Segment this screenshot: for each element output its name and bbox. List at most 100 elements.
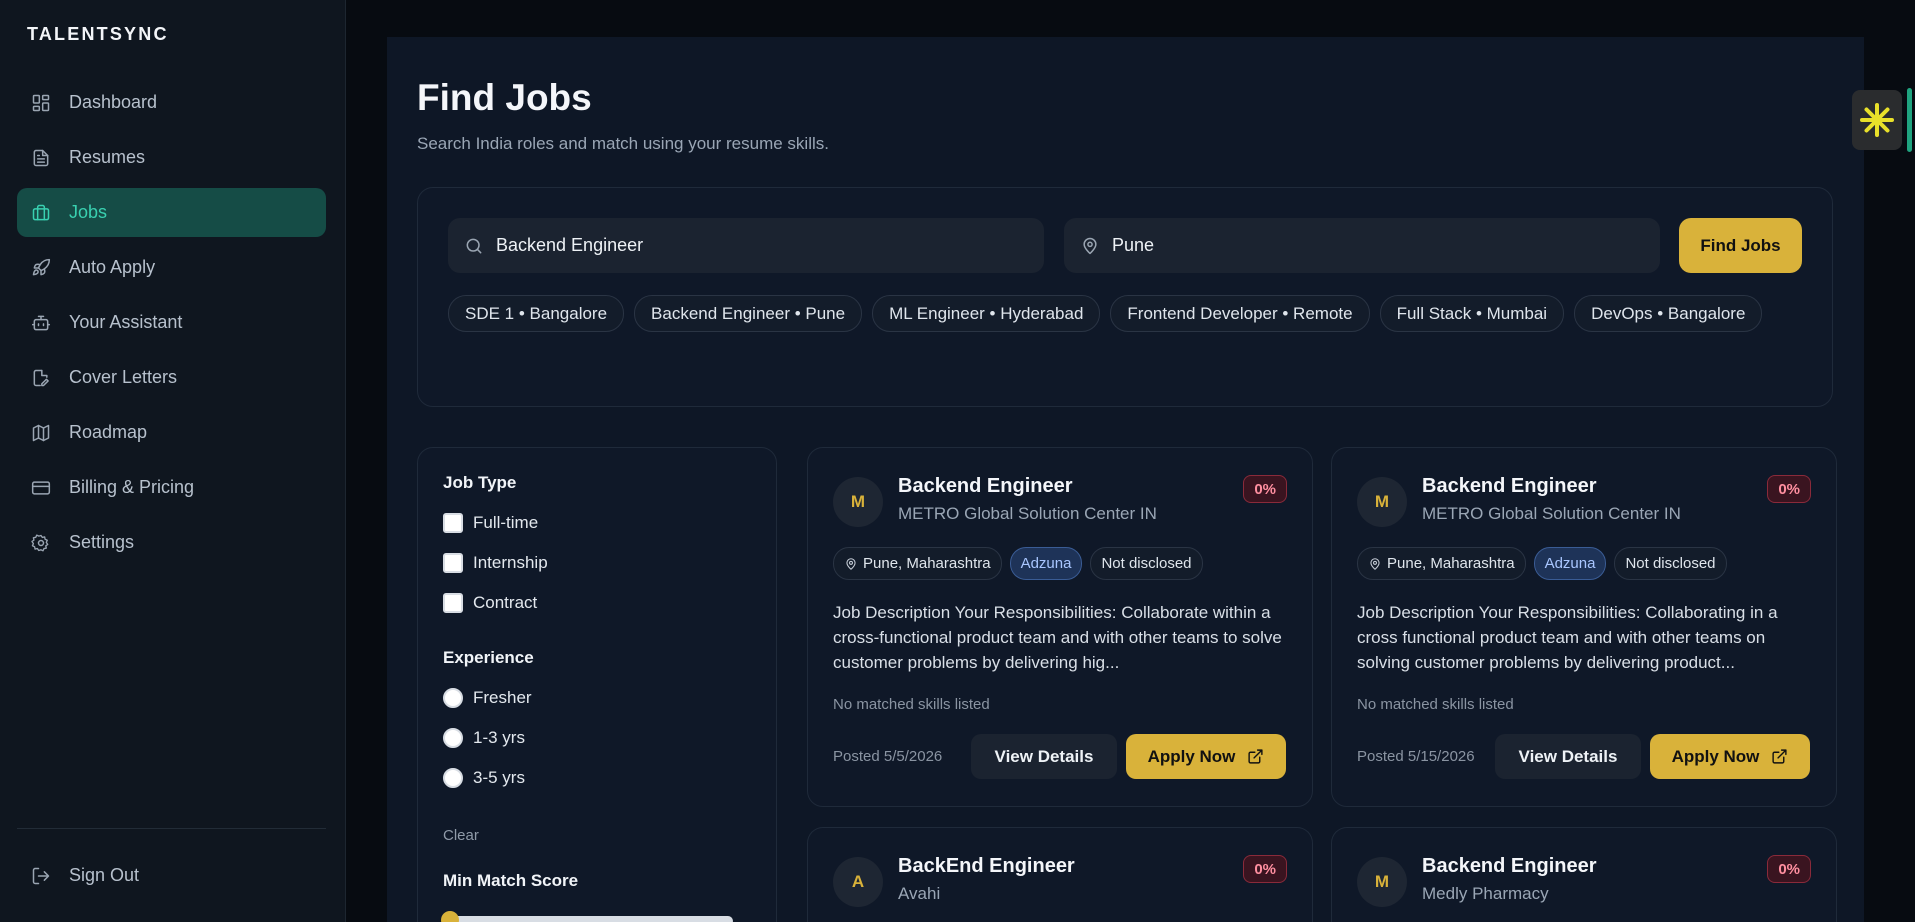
sidebar-item-your-assistant[interactable]: Your Assistant <box>17 298 326 347</box>
job-card: M Backend Engineer Medly Pharmacy 0% <box>1331 827 1837 922</box>
location-text: Pune, Maharashtra <box>863 555 991 572</box>
job-description: Job Description Your Responsibilities: C… <box>833 603 1282 672</box>
min-match-heading: Min Match Score <box>443 871 579 890</box>
signout-wrapper: Sign Out <box>17 851 326 906</box>
location-input[interactable] <box>1112 235 1612 256</box>
view-details-button[interactable]: View Details <box>1495 734 1641 779</box>
radio[interactable] <box>443 768 463 788</box>
slider-handle[interactable] <box>441 911 459 922</box>
company-avatar: M <box>1357 857 1407 907</box>
sign-out-button[interactable]: Sign Out <box>17 851 326 900</box>
location-pin-icon <box>1370 557 1380 570</box>
company-avatar: M <box>1357 477 1407 527</box>
salary-tag: Not disclosed <box>1090 547 1203 580</box>
location-tag: Pune, Maharashtra <box>833 547 1002 580</box>
brand-logo: TALENTSYNC <box>27 24 169 44</box>
job-search-field[interactable] <box>448 218 1044 273</box>
source-tag: Adzuna <box>1533 547 1607 580</box>
posted-date: Posted 5/5/2026 <box>833 748 943 765</box>
clear-filters-link[interactable]: Clear <box>443 827 479 844</box>
job-search-input[interactable] <box>496 235 996 256</box>
option-label: Fresher <box>473 688 532 707</box>
sidebar-item-billing[interactable]: Billing & Pricing <box>17 463 326 512</box>
job-tags: Pune, Maharashtra Adzuna Not disclosed <box>833 547 1203 580</box>
page-title: Find Jobs <box>417 77 592 118</box>
option-label: 3-5 yrs <box>473 768 525 787</box>
option-label: 1-3 yrs <box>473 728 525 747</box>
matched-skills-text: No matched skills listed <box>833 696 990 713</box>
option-label: Contract <box>473 593 538 612</box>
company-name: METRO Global Solution Center IN <box>898 504 1157 523</box>
job-type-heading: Job Type <box>443 473 517 492</box>
apply-label: Apply Now <box>1147 746 1236 766</box>
quick-search-chip[interactable]: Full Stack • Mumbai <box>1379 295 1565 332</box>
sidebar-item-roadmap[interactable]: Roadmap <box>17 408 326 457</box>
checkbox[interactable] <box>443 553 463 573</box>
sidebar-item-jobs[interactable]: Jobs <box>17 188 326 237</box>
option-label: Full-time <box>473 513 539 532</box>
sidebar-item-cover-letters[interactable]: Cover Letters <box>17 353 326 402</box>
job-type-option[interactable]: Internship <box>443 553 548 573</box>
radio[interactable] <box>443 688 463 708</box>
matched-skills-text: No matched skills listed <box>1357 696 1514 713</box>
asterisk-icon <box>1860 103 1894 137</box>
experience-option[interactable]: 1-3 yrs <box>443 728 525 748</box>
quick-search-chip[interactable]: ML Engineer • Hyderabad <box>872 295 1101 332</box>
apply-now-button[interactable]: Apply Now <box>1126 734 1286 779</box>
job-type-option[interactable]: Full-time <box>443 513 538 533</box>
main-content: Find Jobs Search India roles and match u… <box>387 37 1864 922</box>
document-icon <box>30 147 52 169</box>
experience-option[interactable]: Fresher <box>443 688 532 708</box>
location-text: Pune, Maharashtra <box>1387 555 1515 572</box>
location-pin-icon <box>846 557 856 570</box>
map-icon <box>30 422 52 444</box>
assistant-widget-button[interactable] <box>1852 90 1902 150</box>
job-type-option[interactable]: Contract <box>443 593 537 613</box>
source-tag: Adzuna <box>1009 547 1083 580</box>
min-match-slider[interactable] <box>441 911 733 922</box>
logout-icon <box>30 865 52 887</box>
quick-search-chip[interactable]: Frontend Developer • Remote <box>1110 295 1370 332</box>
location-tag: Pune, Maharashtra <box>1357 547 1526 580</box>
find-jobs-button[interactable]: Find Jobs <box>1679 218 1802 273</box>
sidebar: TALENTSYNC Dashboard Resumes Jobs Auto A… <box>0 0 346 922</box>
credit-card-icon <box>30 477 52 499</box>
apply-label: Apply Now <box>1671 746 1760 766</box>
radio[interactable] <box>443 728 463 748</box>
sidebar-item-label: Settings <box>69 532 135 552</box>
job-card: M Backend Engineer METRO Global Solution… <box>807 447 1313 807</box>
search-panel: Find Jobs SDE 1 • Bangalore Backend Engi… <box>417 187 1833 407</box>
job-tags: Pune, Maharashtra Adzuna Not disclosed <box>1357 547 1727 580</box>
posted-date: Posted 5/15/2026 <box>1357 748 1475 765</box>
view-details-button[interactable]: View Details <box>971 734 1117 779</box>
location-pin-icon <box>1083 237 1097 254</box>
scrollbar-thumb[interactable] <box>1907 88 1912 152</box>
match-score-badge: 0% <box>1767 855 1811 883</box>
checkbox[interactable] <box>443 513 463 533</box>
job-title: Backend Engineer <box>898 475 1073 497</box>
quick-search-chip[interactable]: SDE 1 • Bangalore <box>448 295 625 332</box>
sidebar-item-settings[interactable]: Settings <box>17 518 326 567</box>
checkbox[interactable] <box>443 593 463 613</box>
page-subtitle: Search India roles and match using your … <box>417 134 829 153</box>
location-field[interactable] <box>1064 218 1660 273</box>
quick-search-chips: SDE 1 • Bangalore Backend Engineer • Pun… <box>448 295 1808 332</box>
external-link-icon <box>1772 749 1788 764</box>
gear-icon <box>30 532 52 554</box>
quick-search-chip[interactable]: Backend Engineer • Pune <box>634 295 863 332</box>
apply-now-button[interactable]: Apply Now <box>1650 734 1810 779</box>
match-score-badge: 0% <box>1243 855 1287 883</box>
quick-search-chip[interactable]: DevOps • Bangalore <box>1574 295 1763 332</box>
sidebar-item-dashboard[interactable]: Dashboard <box>17 78 326 127</box>
sidebar-item-resumes[interactable]: Resumes <box>17 133 326 182</box>
robot-icon <box>30 312 52 334</box>
experience-option[interactable]: 3-5 yrs <box>443 768 525 788</box>
sidebar-item-auto-apply[interactable]: Auto Apply <box>17 243 326 292</box>
experience-heading: Experience <box>443 648 534 667</box>
sidebar-item-label: Billing & Pricing <box>69 477 195 497</box>
sidebar-item-label: Auto Apply <box>69 257 156 277</box>
filters-panel: Job Type Full-time Internship Contract E… <box>417 447 777 922</box>
company-avatar: A <box>833 857 883 907</box>
sidebar-item-label: Resumes <box>69 147 146 167</box>
company-avatar: M <box>833 477 883 527</box>
